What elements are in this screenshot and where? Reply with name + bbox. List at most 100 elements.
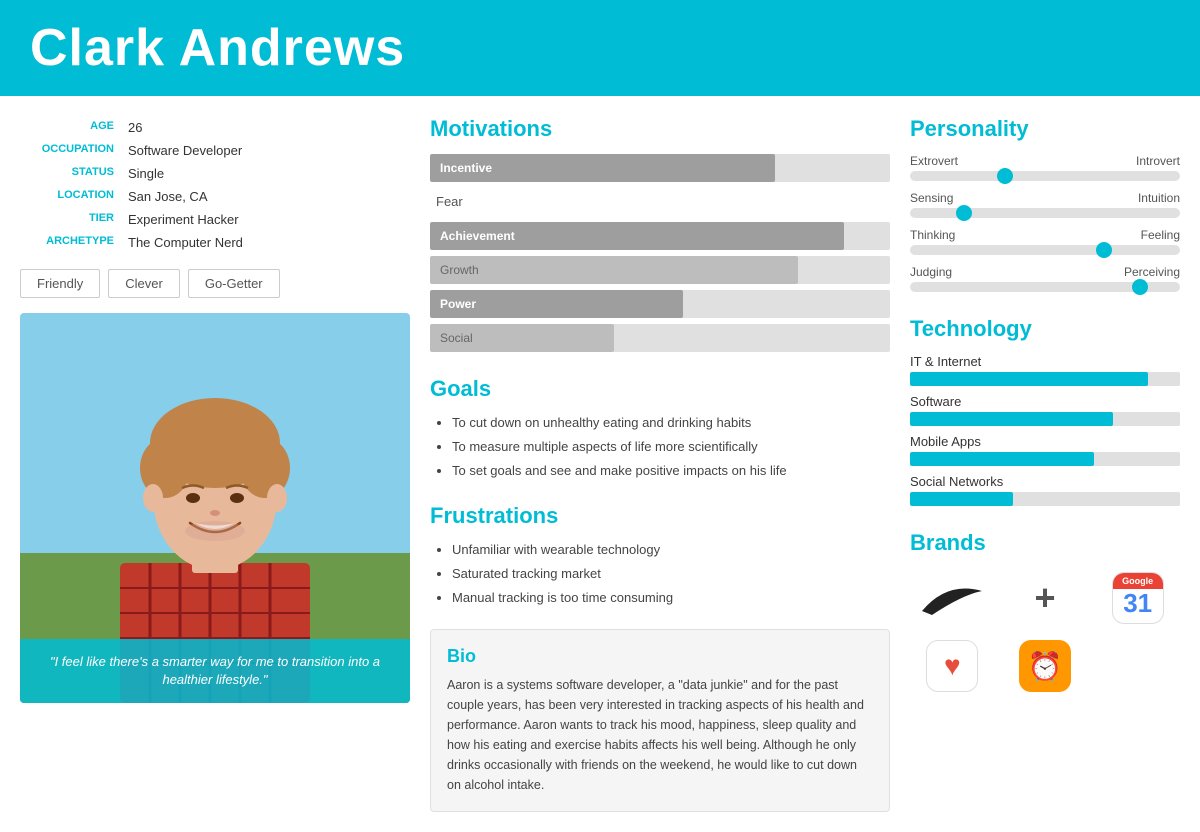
personality-row-sn: Sensing Intuition [910,191,1180,218]
occupation-value: Software Developer [120,139,410,162]
motivations-section: Motivations Incentive Fear Achievement [430,116,890,352]
frustrations-title: Frustrations [430,503,890,529]
motivations-title: Motivations [430,116,890,142]
heart-icon-wrapper: ♥ [926,640,978,692]
goals-title: Goals [430,376,890,402]
frustration-item: Unfamiliar with wearable technology [452,541,890,559]
tech-sw-bar [910,412,1180,426]
cal-header: Google [1113,573,1163,589]
traits-container: Friendly Clever Go-Getter [20,269,410,298]
tf-track [910,245,1180,255]
tech-it-bar [910,372,1180,386]
photo-caption: "I feel like there's a smarter way for m… [20,639,410,703]
goals-section: Goals To cut down on unhealthy eating an… [430,376,890,481]
personality-section: Personality Extrovert Introvert Sensing … [910,116,1180,292]
tier-value: Experiment Hacker [120,208,410,231]
extrovert-label: Extrovert [910,154,958,168]
achievement-label: Achievement [440,229,515,243]
bio-section: Bio Aaron is a systems software develope… [430,629,890,812]
alarm-icon-wrapper: ⏰ [1019,640,1071,692]
thinking-label: Thinking [910,228,955,242]
profile-info: AGE 26 OCCUPATION Software Developer STA… [20,116,410,254]
middle-column: Motivations Incentive Fear Achievement [430,116,890,812]
right-column: Personality Extrovert Introvert Sensing … [910,116,1180,812]
location-label: LOCATION [20,185,120,208]
incentive-label: Incentive [440,161,492,175]
tech-sw-label: Software [910,394,1180,409]
profile-photo: "I feel like there's a smarter way for m… [20,313,410,703]
frustrations-section: Frustrations Unfamiliar with wearable te… [430,503,890,608]
plus-icon: + [1034,577,1055,619]
motivation-achievement: Achievement [430,222,890,250]
tech-it-internet: IT & Internet [910,354,1180,386]
bio-title: Bio [447,646,873,667]
motivation-social: Social [430,324,890,352]
age-value: 26 [120,116,410,139]
status-label: STATUS [20,162,120,185]
perceiving-label: Perceiving [1124,265,1180,279]
goal-item: To measure multiple aspects of life more… [452,438,890,456]
personality-row-ei: Extrovert Introvert [910,154,1180,181]
trait-gogetter[interactable]: Go-Getter [188,269,280,298]
power-label: Power [440,297,476,311]
tech-software: Software [910,394,1180,426]
brand-health: ♥ [910,636,995,696]
motivation-fear: Fear [430,188,890,216]
brand-nike [910,568,995,628]
technology-title: Technology [910,316,1180,342]
tech-mobile: Mobile Apps [910,434,1180,466]
motivation-growth: Growth [430,256,890,284]
status-value: Single [120,162,410,185]
ei-track [910,171,1180,181]
heart-icon: ♥ [944,650,961,682]
jp-track [910,282,1180,292]
motivation-incentive: Incentive [430,154,890,182]
tech-mob-label: Mobile Apps [910,434,1180,449]
goal-item: To set goals and see and make positive i… [452,462,890,480]
tech-it-label: IT & Internet [910,354,1180,369]
frustration-item: Saturated tracking market [452,565,890,583]
sn-track [910,208,1180,218]
tech-soc-bar [910,492,1180,506]
intuition-label: Intuition [1138,191,1180,205]
goals-list: To cut down on unhealthy eating and drin… [430,414,890,481]
bio-text: Aaron is a systems software developer, a… [447,675,873,795]
judging-label: Judging [910,265,952,279]
tech-social: Social Networks [910,474,1180,506]
header: Clark Andrews [0,0,1200,96]
personality-title: Personality [910,116,1180,142]
tech-soc-label: Social Networks [910,474,1180,489]
cal-number: 31 [1113,588,1163,619]
sn-indicator [956,205,972,221]
personality-row-jp: Judging Perceiving [910,265,1180,292]
left-column: AGE 26 OCCUPATION Software Developer STA… [20,116,410,812]
brand-plus: + [1003,568,1088,628]
brand-google-cal: Google 31 [1095,568,1180,628]
ei-indicator [997,168,1013,184]
frustrations-list: Unfamiliar with wearable technology Satu… [430,541,890,608]
occupation-label: OCCUPATION [20,139,120,162]
age-label: AGE [20,116,120,139]
frustration-item: Manual tracking is too time consuming [452,589,890,607]
feeling-label: Feeling [1141,228,1180,242]
introvert-label: Introvert [1136,154,1180,168]
fear-label: Fear [430,188,890,216]
personality-row-tf: Thinking Feeling [910,228,1180,255]
brands-section: Brands + Google 31 [910,530,1180,696]
archetype-value: The Computer Nerd [120,231,410,254]
brands-title: Brands [910,530,1180,556]
motivation-power: Power [430,290,890,318]
alarm-icon: ⏰ [1028,650,1063,683]
location-value: San Jose, CA [120,185,410,208]
jp-indicator [1132,279,1148,295]
goal-item: To cut down on unhealthy eating and drin… [452,414,890,432]
sensing-label: Sensing [910,191,953,205]
trait-clever[interactable]: Clever [108,269,180,298]
tf-indicator [1096,242,1112,258]
tech-mob-bar [910,452,1180,466]
brand-alarm: ⏰ [1003,636,1088,696]
tier-label: TIER [20,208,120,231]
archetype-label: ARCHETYPE [20,231,120,254]
main-content: AGE 26 OCCUPATION Software Developer STA… [0,96,1200,832]
trait-friendly[interactable]: Friendly [20,269,100,298]
